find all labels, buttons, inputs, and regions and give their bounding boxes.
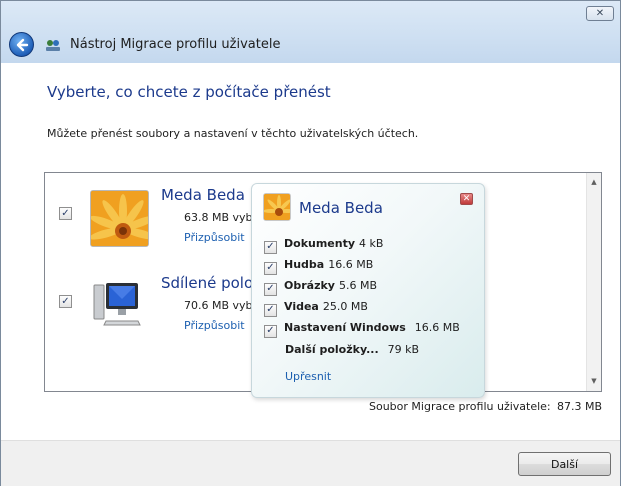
window-title: Nástroj Migrace profilu uživatele [70, 37, 281, 52]
refine-link[interactable]: Upřesnit [285, 370, 331, 383]
popup-item-checkbox[interactable]: ✓ [264, 324, 277, 338]
back-button[interactable] [9, 32, 34, 57]
migration-app-icon [46, 40, 60, 51]
popup-item-obrazky: ✓ Obrázky 5.6 MB [264, 279, 377, 296]
page-intro-text: Můžete přenést soubory a nastavení v těc… [47, 127, 419, 140]
migration-file-size-label: Soubor Migrace profilu uživatele: [369, 400, 551, 413]
popup-item-checkbox[interactable]: ✓ [264, 303, 277, 317]
scroll-up-arrow-icon[interactable]: ▲ [587, 175, 601, 190]
popup-item-size: 16.6 MB [328, 258, 374, 271]
account-name-meda-beda: Meda Beda [161, 186, 245, 204]
popup-item-size: 5.6 MB [338, 279, 377, 292]
popup-item-more: Další položky... 79 kB [285, 343, 419, 357]
popup-title: Meda Beda [299, 199, 383, 217]
close-icon: ✕ [462, 194, 471, 204]
next-button[interactable]: Další [518, 452, 611, 476]
popup-item-size: 25.0 MB [322, 300, 368, 313]
close-icon: ✕ [595, 8, 605, 19]
popup-item-size: 16.6 MB [414, 321, 460, 334]
popup-item-label: Videa [284, 300, 319, 313]
popup-item-size: 4 kB [359, 237, 384, 250]
migration-wizard-window: ✕ Nástroj Migrace profilu uživatele Vybe… [0, 0, 621, 486]
popup-item-checkbox[interactable]: ✓ [264, 240, 277, 254]
account-checkbox-shared-items[interactable]: ✓ [59, 295, 72, 308]
flower-user-picture-icon [263, 193, 291, 221]
popup-item-label: Hudba [284, 258, 325, 271]
list-scrollbar[interactable]: ▲ ▼ [586, 173, 601, 391]
popup-item-dokumenty: ✓ Dokumenty 4 kB [264, 237, 384, 254]
scroll-down-arrow-icon[interactable]: ▼ [587, 374, 601, 389]
popup-more-size: 79 kB [387, 343, 420, 356]
popup-item-label: Obrázky [284, 279, 335, 292]
account-checkbox-meda-beda[interactable]: ✓ [59, 207, 72, 220]
popup-item-videa: ✓ Videa 25.0 MB [264, 300, 368, 317]
window-close-button[interactable]: ✕ [586, 6, 614, 21]
footer-bar: Další [1, 440, 620, 486]
computer-icon [93, 283, 141, 326]
customize-link-meda-beda[interactable]: Přizpůsobit [184, 231, 245, 244]
back-arrow-icon [16, 38, 28, 51]
page-heading: Vyberte, co chcete z počítače přenést [47, 83, 331, 101]
popup-item-hudba: ✓ Hudba 16.6 MB [264, 258, 374, 275]
flower-user-picture-icon [90, 190, 149, 247]
popup-item-nastaveni-windows: ✓ Nastavení Windows 16.6 MB [264, 321, 460, 338]
popup-item-label: Dokumenty [284, 237, 356, 250]
customize-popup: Meda Beda ✕ ✓ Dokumenty 4 kB ✓ Hudba 16.6 MB… [251, 183, 485, 398]
popup-item-label: Nastavení Windows [284, 321, 406, 334]
migration-file-size-value: 87.3 MB [557, 400, 603, 413]
popup-more-label: Další položky... [285, 343, 379, 356]
popup-item-checkbox[interactable]: ✓ [264, 261, 277, 275]
popup-close-button[interactable]: ✕ [460, 193, 473, 205]
customize-link-shared-items[interactable]: Přizpůsobit [184, 319, 245, 332]
popup-item-checkbox[interactable]: ✓ [264, 282, 277, 296]
title-bar: ✕ Nástroj Migrace profilu uživatele [1, 1, 620, 63]
